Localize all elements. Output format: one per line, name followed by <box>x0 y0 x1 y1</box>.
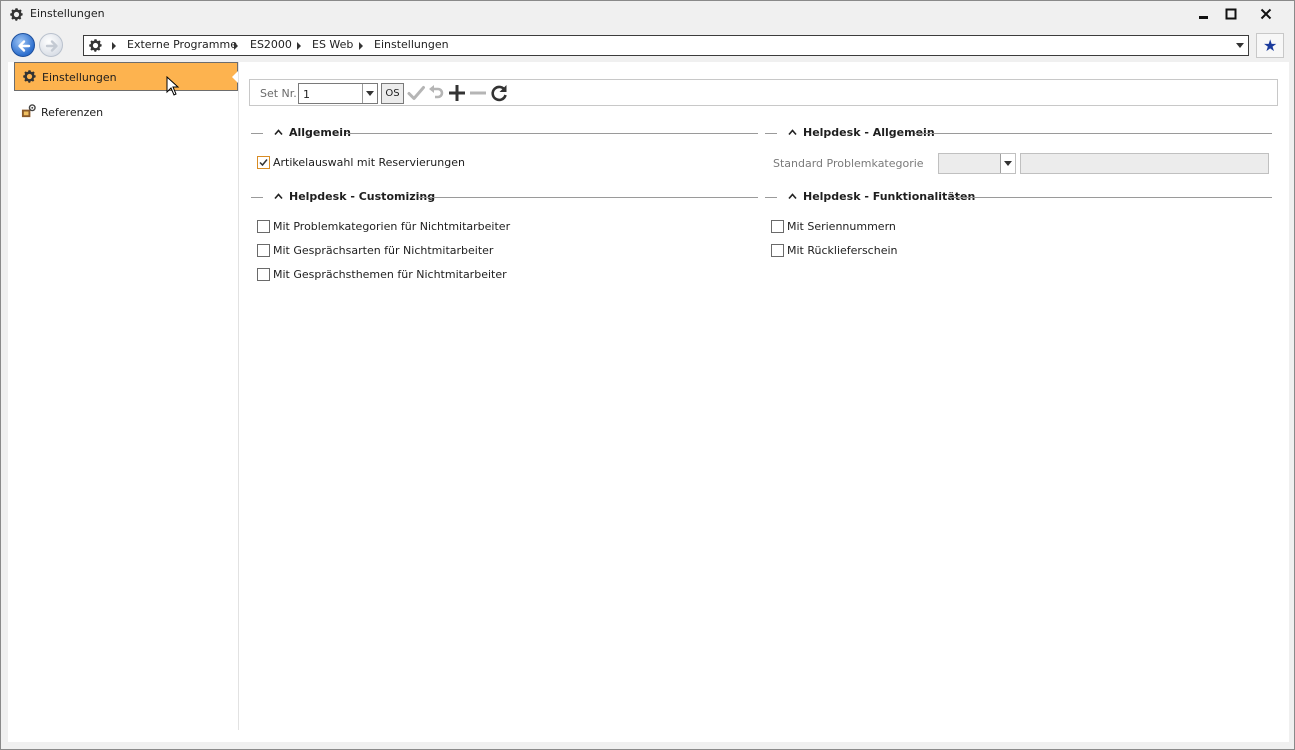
navigation-bar: Externe Programme ES2000 ES Web Einstell… <box>1 29 1294 61</box>
chevron-up-icon[interactable] <box>788 192 797 201</box>
divider <box>251 197 263 198</box>
chevron-right-icon[interactable] <box>297 42 301 50</box>
checkbox[interactable] <box>257 244 270 257</box>
checkbox-seriennummern[interactable]: Mit Seriennummern <box>771 219 971 235</box>
checkbox-label: Artikelauswahl mit Reservierungen <box>273 156 465 169</box>
plus-icon[interactable] <box>447 83 467 103</box>
checkbox[interactable] <box>257 268 270 281</box>
content-area: Einstellungen Referenzen Set Nr. 1 OS Al… <box>8 62 1289 742</box>
chevron-down-icon[interactable] <box>1000 154 1015 173</box>
gear-icon <box>89 39 102 52</box>
divider <box>915 133 1272 134</box>
set-number-value: 1 <box>303 88 310 101</box>
checkbox-gespraechsthemen[interactable]: Mit Gesprächsthemen für Nichtmitarbeiter <box>257 267 557 283</box>
title-bar: Einstellungen <box>1 1 1294 29</box>
sidebar-item-label: Referenzen <box>41 106 104 119</box>
sidebar-item-einstellungen[interactable]: Einstellungen <box>14 62 238 96</box>
check-icon[interactable] <box>406 83 426 103</box>
application-window: Einstellungen Externe Programme ES2000 E… <box>0 0 1295 750</box>
section-helpdesk-customizing-header[interactable]: Helpdesk - Customizing <box>251 189 759 205</box>
set-number-label: Set Nr. <box>260 87 297 100</box>
problemkategorie-select[interactable] <box>938 153 1016 174</box>
section-allgemein-header[interactable]: Allgemein <box>251 125 759 141</box>
checkbox-label: Mit Problemkategorien für Nichtmitarbeit… <box>273 220 511 233</box>
gear-icon <box>23 70 36 83</box>
standard-problemkategorie-label: Standard Problemkategorie <box>773 157 924 170</box>
forward-button[interactable] <box>39 33 63 57</box>
set-number-select[interactable]: 1 <box>298 83 378 104</box>
section-helpdesk-allgemein-header[interactable]: Helpdesk - Allgemein <box>765 125 1273 141</box>
checkbox-ruecklieferschein[interactable]: Mit Rücklieferschein <box>771 243 971 259</box>
chevron-right-icon[interactable] <box>234 42 238 50</box>
refresh-icon[interactable] <box>489 83 509 103</box>
checkbox[interactable] <box>257 220 270 233</box>
checkbox-label: Mit Gesprächsarten für Nichtmitarbeiter <box>273 244 494 257</box>
close-button[interactable] <box>1251 1 1281 27</box>
undo-icon[interactable] <box>427 83 447 103</box>
chevron-up-icon[interactable] <box>788 128 797 137</box>
back-button[interactable] <box>11 33 35 57</box>
problemkategorie-description-field[interactable] <box>1020 153 1269 174</box>
chevron-right-icon[interactable] <box>112 42 116 50</box>
section-title: Allgemein <box>289 126 351 139</box>
breadcrumb[interactable]: Externe Programme ES2000 ES Web Einstell… <box>83 35 1249 56</box>
divider <box>346 133 758 134</box>
checkbox[interactable] <box>771 244 784 257</box>
close-icon <box>1260 8 1272 20</box>
references-icon <box>21 104 36 118</box>
breadcrumb-item[interactable]: ES Web <box>312 38 353 51</box>
os-button[interactable]: OS <box>381 83 404 104</box>
window-title: Einstellungen <box>30 7 105 20</box>
checkbox-gespraechsarten[interactable]: Mit Gesprächsarten für Nichtmitarbeiter <box>257 243 557 259</box>
gear-icon <box>10 8 23 21</box>
arrow-left-icon <box>18 40 31 52</box>
checkbox-label: Mit Seriennummern <box>787 220 896 233</box>
chevron-up-icon[interactable] <box>274 192 283 201</box>
divider <box>948 197 1272 198</box>
minimize-icon <box>1199 16 1208 19</box>
chevron-down-icon[interactable] <box>1236 43 1244 48</box>
sidebar: Einstellungen Referenzen <box>8 62 239 730</box>
minimize-button[interactable] <box>1189 1 1219 27</box>
checkbox-label: Mit Rücklieferschein <box>787 244 898 257</box>
minus-icon[interactable] <box>468 83 488 103</box>
section-title: Helpdesk - Customizing <box>289 190 436 203</box>
favorite-button[interactable]: ★ <box>1256 33 1284 58</box>
breadcrumb-item[interactable]: Externe Programme <box>127 38 237 51</box>
checkbox[interactable] <box>257 156 270 169</box>
sidebar-item-label: Einstellungen <box>42 71 117 84</box>
divider <box>251 133 263 134</box>
breadcrumb-item[interactable]: Einstellungen <box>374 38 449 51</box>
checkbox[interactable] <box>771 220 784 233</box>
star-icon: ★ <box>1263 36 1278 55</box>
chevron-up-icon[interactable] <box>274 128 283 137</box>
checkbox-problemkategorien[interactable]: Mit Problemkategorien für Nichtmitarbeit… <box>257 219 557 235</box>
divider <box>418 197 758 198</box>
section-helpdesk-funktionalitaeten-header[interactable]: Helpdesk - Funktionalitäten <box>765 189 1273 205</box>
checkbox-label: Mit Gesprächsthemen für Nichtmitarbeiter <box>273 268 507 281</box>
mouse-cursor-icon <box>166 76 180 96</box>
divider <box>765 197 777 198</box>
breadcrumb-item[interactable]: ES2000 <box>250 38 292 51</box>
maximize-button[interactable] <box>1216 1 1246 27</box>
sidebar-item-referenzen[interactable]: Referenzen <box>14 98 238 127</box>
checkbox-artikelauswahl[interactable]: Artikelauswahl mit Reservierungen <box>257 155 557 171</box>
toolbar: Set Nr. 1 OS <box>249 79 1278 106</box>
arrow-right-icon <box>45 40 58 52</box>
chevron-right-icon[interactable] <box>359 42 363 50</box>
divider <box>765 133 777 134</box>
chevron-down-icon[interactable] <box>362 84 377 103</box>
maximize-icon <box>1225 8 1237 20</box>
check-icon <box>259 159 268 167</box>
